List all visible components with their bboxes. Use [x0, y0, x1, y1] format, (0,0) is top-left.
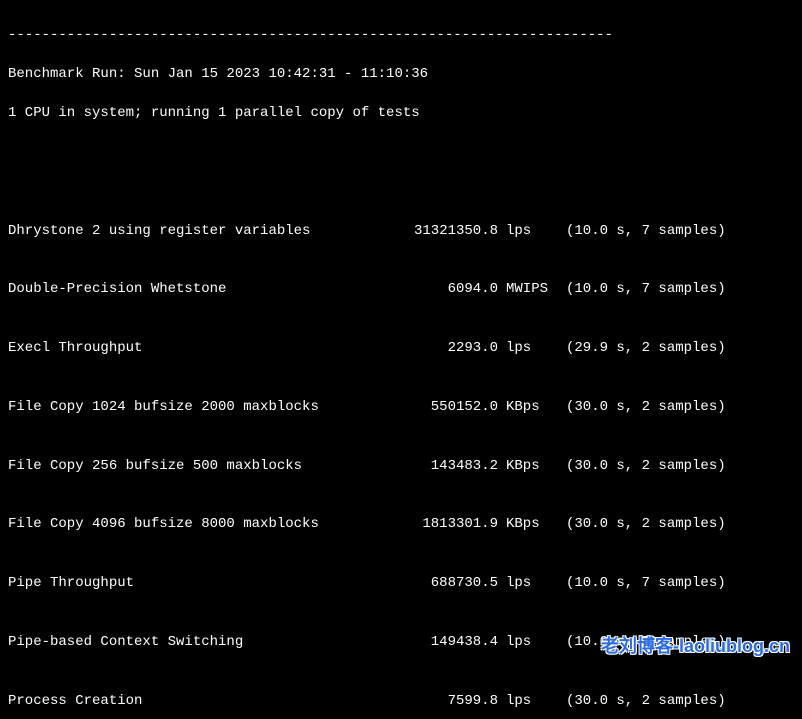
test-meta: (10.0 s, 7 samples)	[566, 633, 794, 653]
test-unit: KBps	[498, 398, 566, 418]
blank-line	[8, 143, 794, 163]
result-row: Pipe-based Context Switching149438.4lps(…	[8, 633, 794, 653]
test-name: File Copy 1024 bufsize 2000 maxblocks	[8, 398, 368, 418]
test-value: 1813301.9	[368, 515, 498, 535]
test-meta: (30.0 s, 2 samples)	[566, 515, 794, 535]
test-unit: MWIPS	[498, 280, 566, 300]
result-row: Pipe Throughput688730.5lps(10.0 s, 7 sam…	[8, 574, 794, 594]
test-value: 149438.4	[368, 633, 498, 653]
test-value: 31321350.8	[368, 222, 498, 242]
result-row: Process Creation7599.8lps(30.0 s, 2 samp…	[8, 692, 794, 712]
terminal-output: ----------------------------------------…	[0, 0, 802, 719]
test-name: Pipe-based Context Switching	[8, 633, 368, 653]
test-meta: (30.0 s, 2 samples)	[566, 692, 794, 712]
test-unit: lps	[498, 574, 566, 594]
test-meta: (29.9 s, 2 samples)	[566, 339, 794, 359]
result-row: Execl Throughput2293.0lps(29.9 s, 2 samp…	[8, 339, 794, 359]
test-name: Execl Throughput	[8, 339, 368, 359]
raw-results-section: Dhrystone 2 using register variables3132…	[8, 182, 794, 719]
benchmark-run-line: Benchmark Run: Sun Jan 15 2023 10:42:31 …	[8, 65, 794, 85]
test-value: 688730.5	[368, 574, 498, 594]
test-name: Dhrystone 2 using register variables	[8, 222, 368, 242]
cpu-info-line: 1 CPU in system; running 1 parallel copy…	[8, 104, 794, 124]
test-unit: lps	[498, 222, 566, 242]
test-value: 143483.2	[368, 457, 498, 477]
test-name: Pipe Throughput	[8, 574, 368, 594]
test-meta: (30.0 s, 2 samples)	[566, 398, 794, 418]
result-row: File Copy 4096 bufsize 8000 maxblocks181…	[8, 515, 794, 535]
test-unit: lps	[498, 633, 566, 653]
test-value: 6094.0	[368, 280, 498, 300]
test-meta: (30.0 s, 2 samples)	[566, 457, 794, 477]
test-meta: (10.0 s, 7 samples)	[566, 222, 794, 242]
test-meta: (10.0 s, 7 samples)	[566, 574, 794, 594]
test-name: File Copy 256 bufsize 500 maxblocks	[8, 457, 368, 477]
test-meta: (10.0 s, 7 samples)	[566, 280, 794, 300]
divider-line: ----------------------------------------…	[8, 26, 794, 46]
result-row: File Copy 256 bufsize 500 maxblocks14348…	[8, 457, 794, 477]
test-name: Double-Precision Whetstone	[8, 280, 368, 300]
test-unit: lps	[498, 692, 566, 712]
test-value: 7599.8	[368, 692, 498, 712]
test-value: 550152.0	[368, 398, 498, 418]
result-row: File Copy 1024 bufsize 2000 maxblocks550…	[8, 398, 794, 418]
result-row: Dhrystone 2 using register variables3132…	[8, 222, 794, 242]
test-value: 2293.0	[368, 339, 498, 359]
test-name: Process Creation	[8, 692, 368, 712]
result-row: Double-Precision Whetstone6094.0MWIPS(10…	[8, 280, 794, 300]
test-unit: lps	[498, 339, 566, 359]
test-unit: KBps	[498, 457, 566, 477]
test-unit: KBps	[498, 515, 566, 535]
test-name: File Copy 4096 bufsize 8000 maxblocks	[8, 515, 368, 535]
